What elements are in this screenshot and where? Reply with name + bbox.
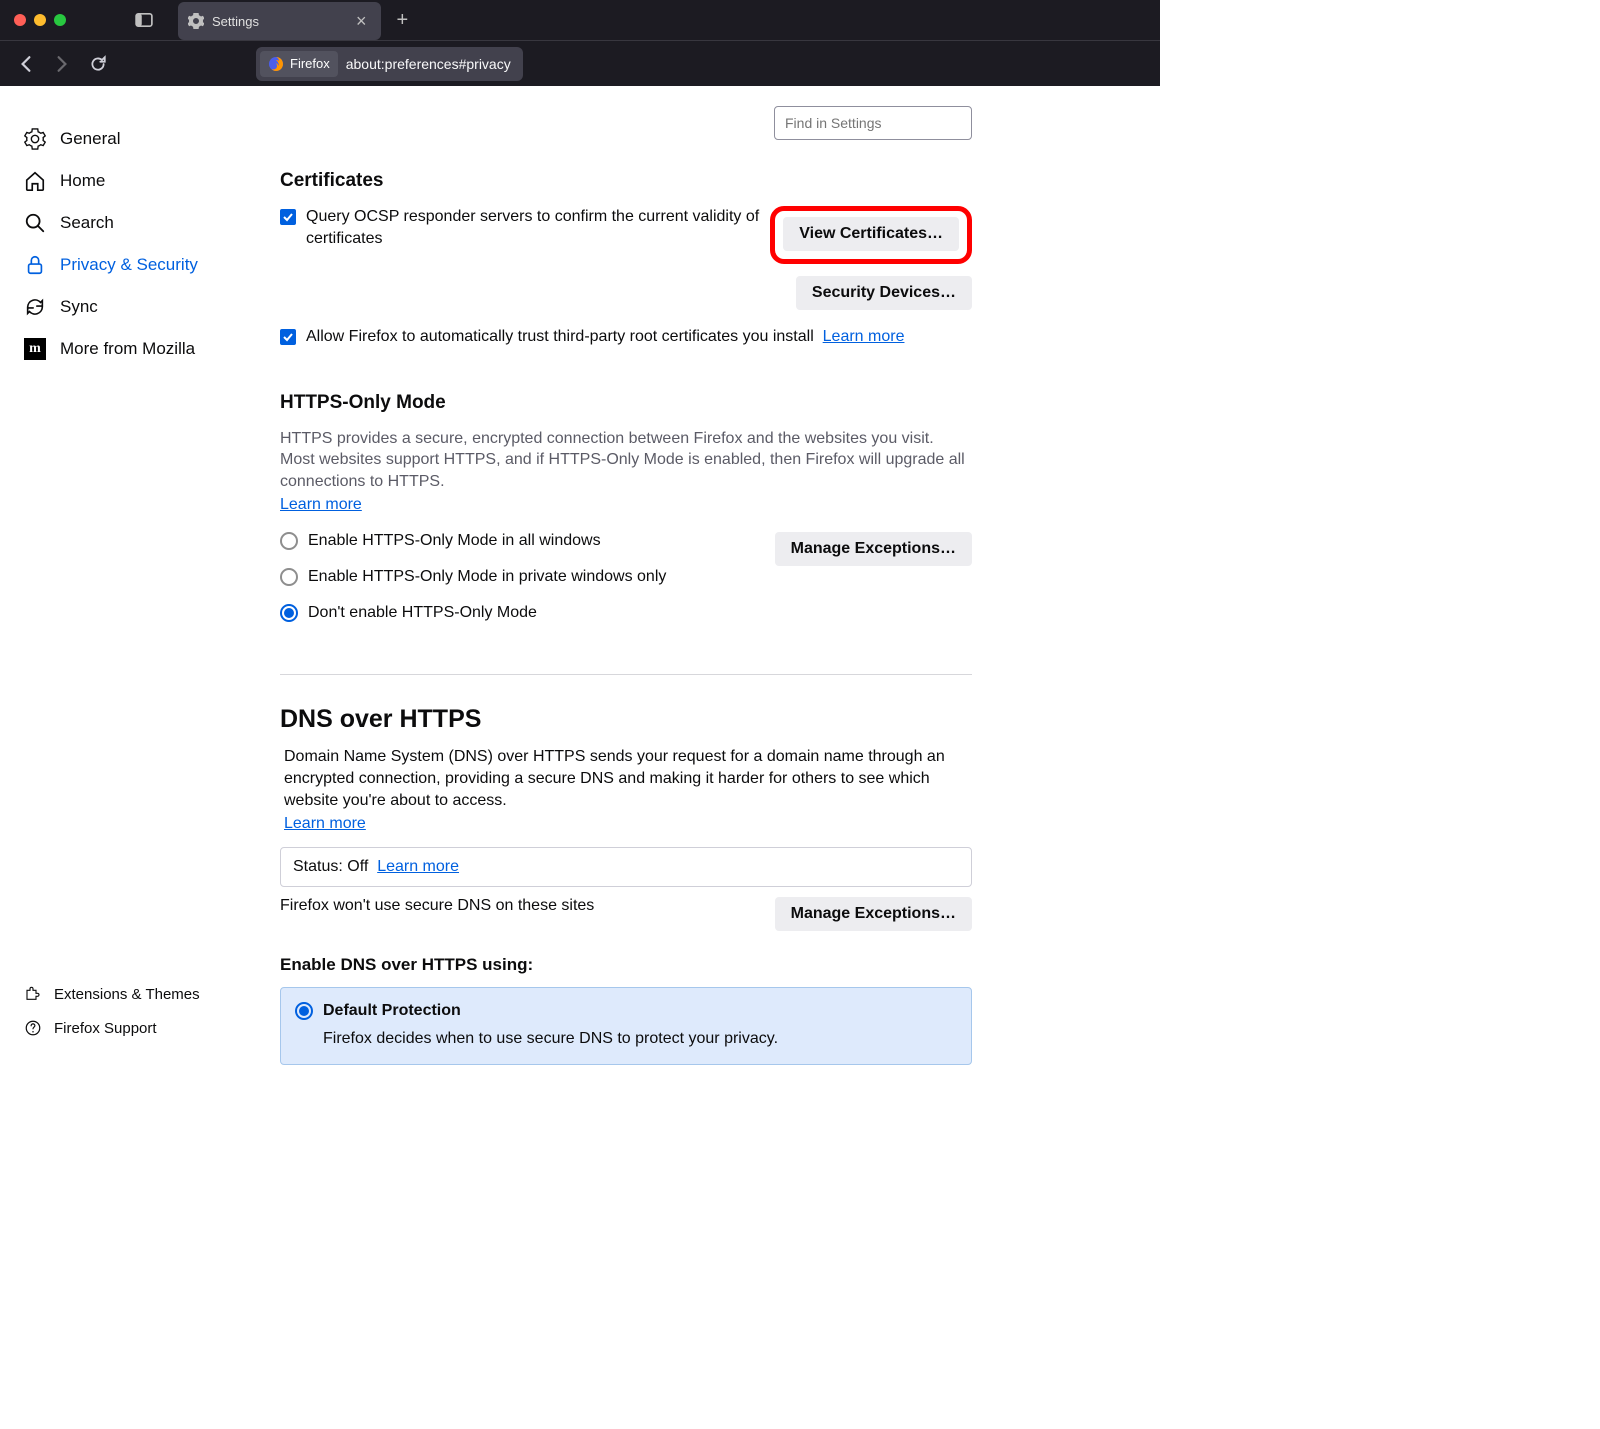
sidebar-item-sync[interactable]: Sync — [0, 286, 252, 328]
list-all-tabs-button[interactable] — [130, 6, 158, 34]
window-controls — [0, 14, 80, 26]
highlight-annotation: View Certificates… — [770, 206, 972, 264]
sidebar-label: Firefox Support — [54, 1020, 157, 1037]
https-only-description: HTTPS provides a secure, encrypted conne… — [280, 428, 972, 493]
sidebar-label: Search — [60, 213, 114, 233]
https-private-only-radio[interactable] — [280, 568, 298, 586]
https-dont-enable-radio[interactable] — [280, 604, 298, 622]
doh-status-learn-more-link[interactable]: Learn more — [377, 858, 459, 875]
doh-description: Domain Name System (DNS) over HTTPS send… — [284, 746, 972, 811]
certificates-heading: Certificates — [280, 170, 972, 192]
https-only-heading: HTTPS-Only Mode — [280, 392, 972, 414]
sidebar-item-privacy[interactable]: Privacy & Security — [0, 244, 252, 286]
settings-content: Certificates Query OCSP responder server… — [252, 86, 1012, 1065]
mozilla-icon: m — [24, 338, 46, 360]
sidebar-item-home[interactable]: Home — [0, 160, 252, 202]
sidebar-label: Home — [60, 171, 105, 191]
puzzle-icon — [24, 985, 42, 1003]
url-text: about:preferences#privacy — [338, 56, 519, 72]
sidebar-label: More from Mozilla — [60, 339, 195, 359]
sync-icon — [24, 296, 46, 318]
radio-label: Don't enable HTTPS-Only Mode — [308, 604, 537, 622]
titlebar: Settings × + — [0, 0, 1160, 40]
sidebar-label: General — [60, 129, 120, 149]
sidebar-item-general[interactable]: General — [0, 118, 252, 160]
lock-icon — [24, 254, 46, 276]
gear-icon — [188, 13, 204, 29]
doh-heading: DNS over HTTPS — [280, 705, 972, 734]
close-window-button[interactable] — [14, 14, 26, 26]
sidebar-item-mozilla[interactable]: m More from Mozilla — [0, 328, 252, 370]
auto-trust-label: Allow Firefox to automatically trust thi… — [306, 328, 814, 345]
tabbar: Settings × + — [178, 0, 424, 40]
https-all-windows-radio[interactable] — [280, 532, 298, 550]
doh-enable-heading: Enable DNS over HTTPS using: — [280, 955, 972, 975]
maximize-window-button[interactable] — [54, 14, 66, 26]
doh-default-protection-card[interactable]: Default Protection Firefox decides when … — [280, 987, 972, 1065]
doh-status-box: Status: Off Learn more — [280, 847, 972, 887]
reload-button[interactable] — [80, 46, 116, 82]
tab-settings[interactable]: Settings × — [178, 2, 381, 40]
sidebar-label: Sync — [60, 297, 98, 317]
tab-close-icon[interactable]: × — [352, 11, 371, 32]
identity-badge[interactable]: Firefox — [260, 51, 338, 77]
https-only-learn-more-link[interactable]: Learn more — [280, 496, 362, 513]
new-tab-button[interactable]: + — [381, 9, 425, 32]
doh-default-description: Firefox decides when to use secure DNS t… — [323, 1030, 957, 1048]
navigation-toolbar: Firefox about:preferences#privacy — [0, 40, 1160, 86]
security-devices-button[interactable]: Security Devices… — [796, 276, 972, 310]
back-button[interactable] — [8, 46, 44, 82]
settings-sidebar: General Home Search Privacy & Security S… — [0, 86, 252, 1065]
auto-trust-learn-more-link[interactable]: Learn more — [823, 328, 905, 345]
forward-button[interactable] — [44, 46, 80, 82]
sidebar-label: Extensions & Themes — [54, 986, 200, 1003]
gear-icon — [24, 128, 46, 150]
doh-status-text: Status: Off — [293, 858, 368, 875]
doh-exception-note: Firefox won't use secure DNS on these si… — [280, 897, 759, 915]
auto-trust-checkbox[interactable] — [280, 329, 296, 345]
home-icon — [24, 170, 46, 192]
settings-search-input[interactable] — [774, 106, 972, 140]
doh-manage-exceptions-button[interactable]: Manage Exceptions… — [775, 897, 972, 931]
ocsp-checkbox[interactable] — [280, 209, 296, 225]
sidebar-item-support[interactable]: Firefox Support — [0, 1011, 252, 1045]
radio-label: Default Protection — [323, 1002, 461, 1020]
search-icon — [24, 212, 46, 234]
sidebar-item-search[interactable]: Search — [0, 202, 252, 244]
radio-label: Enable HTTPS-Only Mode in all windows — [308, 532, 601, 550]
sidebar-item-extensions[interactable]: Extensions & Themes — [0, 977, 252, 1011]
ocsp-label: Query OCSP responder servers to confirm … — [306, 206, 760, 249]
help-icon — [24, 1019, 42, 1037]
url-bar[interactable]: Firefox about:preferences#privacy — [256, 47, 523, 81]
doh-learn-more-link[interactable]: Learn more — [284, 815, 366, 832]
divider — [280, 674, 972, 675]
sidebar-label: Privacy & Security — [60, 255, 198, 275]
doh-default-radio[interactable] — [295, 1002, 313, 1020]
view-certificates-button[interactable]: View Certificates… — [783, 217, 959, 251]
radio-label: Enable HTTPS-Only Mode in private window… — [308, 568, 666, 586]
identity-label: Firefox — [290, 56, 330, 71]
tab-title: Settings — [212, 14, 352, 29]
minimize-window-button[interactable] — [34, 14, 46, 26]
firefox-icon — [268, 56, 284, 72]
https-manage-exceptions-button[interactable]: Manage Exceptions… — [775, 532, 972, 566]
